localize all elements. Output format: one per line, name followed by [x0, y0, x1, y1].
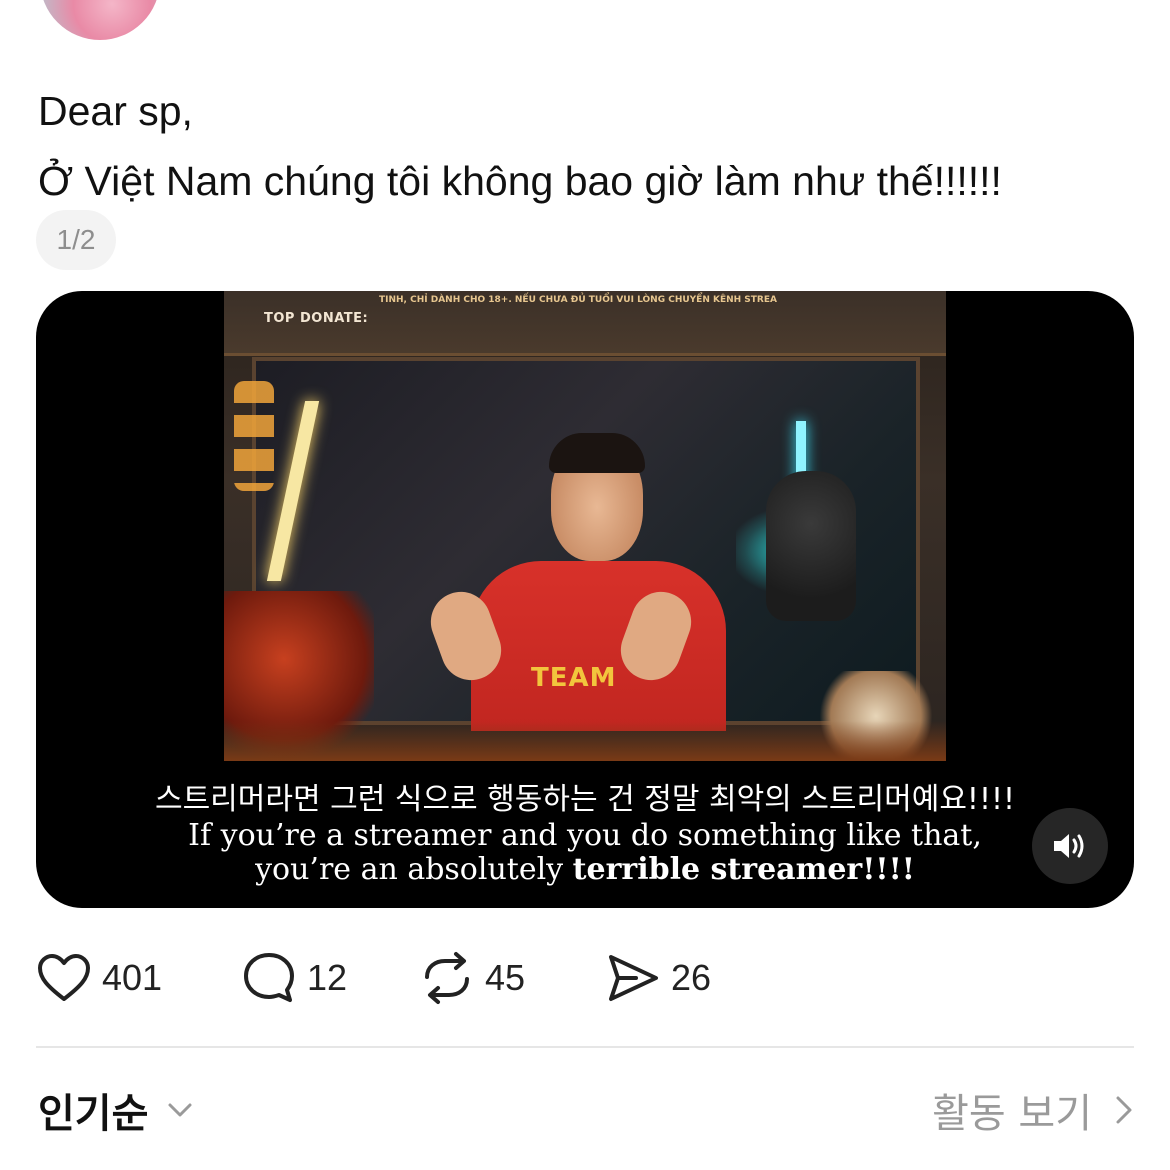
share-count: 26 [671, 957, 712, 998]
neon-light-left [266, 401, 320, 581]
post-line-2: Ở Việt Nam chúng tôi không bao giờ làm n… [38, 158, 1002, 204]
repost-button[interactable]: 45 [419, 948, 605, 1008]
stream-overlay-bar: TOP DONATE: TINH, CHỈ DÀNH CHO 18+. NẾU … [224, 291, 946, 356]
chevron-down-icon [168, 1103, 192, 1117]
caption-english-line-2-bold: terrible streamer!!!! [572, 852, 915, 887]
streamer-hair [549, 433, 645, 473]
caption-english-line-1: If you’re a streamer and you do somethin… [188, 818, 982, 853]
video-player[interactable]: TOP DONATE: TINH, CHỈ DÀNH CHO 18+. NẾU … [36, 291, 1134, 908]
volume-button[interactable] [1032, 808, 1108, 884]
share-button[interactable]: 26 [605, 948, 745, 1008]
activity-label: 활동 보기 [932, 1091, 1092, 1137]
repost-count: 45 [485, 957, 526, 998]
author-avatar[interactable] [40, 0, 160, 40]
sort-label: 인기순 [38, 1091, 149, 1137]
post-line-1: Dear sp, [38, 88, 193, 134]
plush-toy [766, 471, 856, 621]
paper-plane-icon [605, 950, 661, 1006]
section-divider [36, 1046, 1134, 1048]
lantern-decoration [234, 381, 274, 491]
overlay-bottom-glow [224, 721, 946, 761]
view-activity-link[interactable]: 활동 보기 [932, 1082, 1138, 1138]
like-count: 401 [102, 957, 163, 998]
streamer-body [471, 561, 726, 731]
reply-count: 12 [307, 957, 348, 998]
heart-icon [36, 950, 92, 1006]
speech-bubble-icon [241, 950, 297, 1006]
reply-button[interactable]: 12 [241, 948, 419, 1008]
post-text: Dear sp, Ở Việt Nam chúng tôi không bao … [38, 76, 1138, 216]
post-actions: 401 12 45 26 [36, 948, 745, 1008]
sort-dropdown[interactable]: 인기순 [38, 1082, 198, 1138]
video-frame: TOP DONATE: TINH, CHỈ DÀNH CHO 18+. NẾU … [224, 291, 946, 761]
jersey-text: TEAM [531, 663, 617, 693]
caption-korean: 스트리머라면 그런 식으로 행동하는 건 정말 최악의 스트리머예요!!!! [154, 782, 1016, 817]
stream-ticker: TINH, CHỈ DÀNH CHO 18+. NẾU CHƯA ĐỦ TUỔI… [379, 295, 777, 305]
like-button[interactable]: 401 [36, 948, 241, 1008]
video-captions: 스트리머라면 그런 식으로 행동하는 건 정말 최악의 스트리머예요!!!! I… [36, 781, 1134, 887]
repost-icon [419, 950, 475, 1006]
caption-english-line-2: you’re an absolutely terrible streamer!!… [36, 853, 1134, 887]
media-page-indicator: 1/2 [36, 210, 116, 270]
chevron-right-icon [1116, 1096, 1132, 1124]
speaker-on-icon [1054, 834, 1084, 858]
top-donate-label: TOP DONATE: [264, 311, 369, 326]
caption-english-line-2-regular: you’re an absolutely [255, 852, 573, 887]
